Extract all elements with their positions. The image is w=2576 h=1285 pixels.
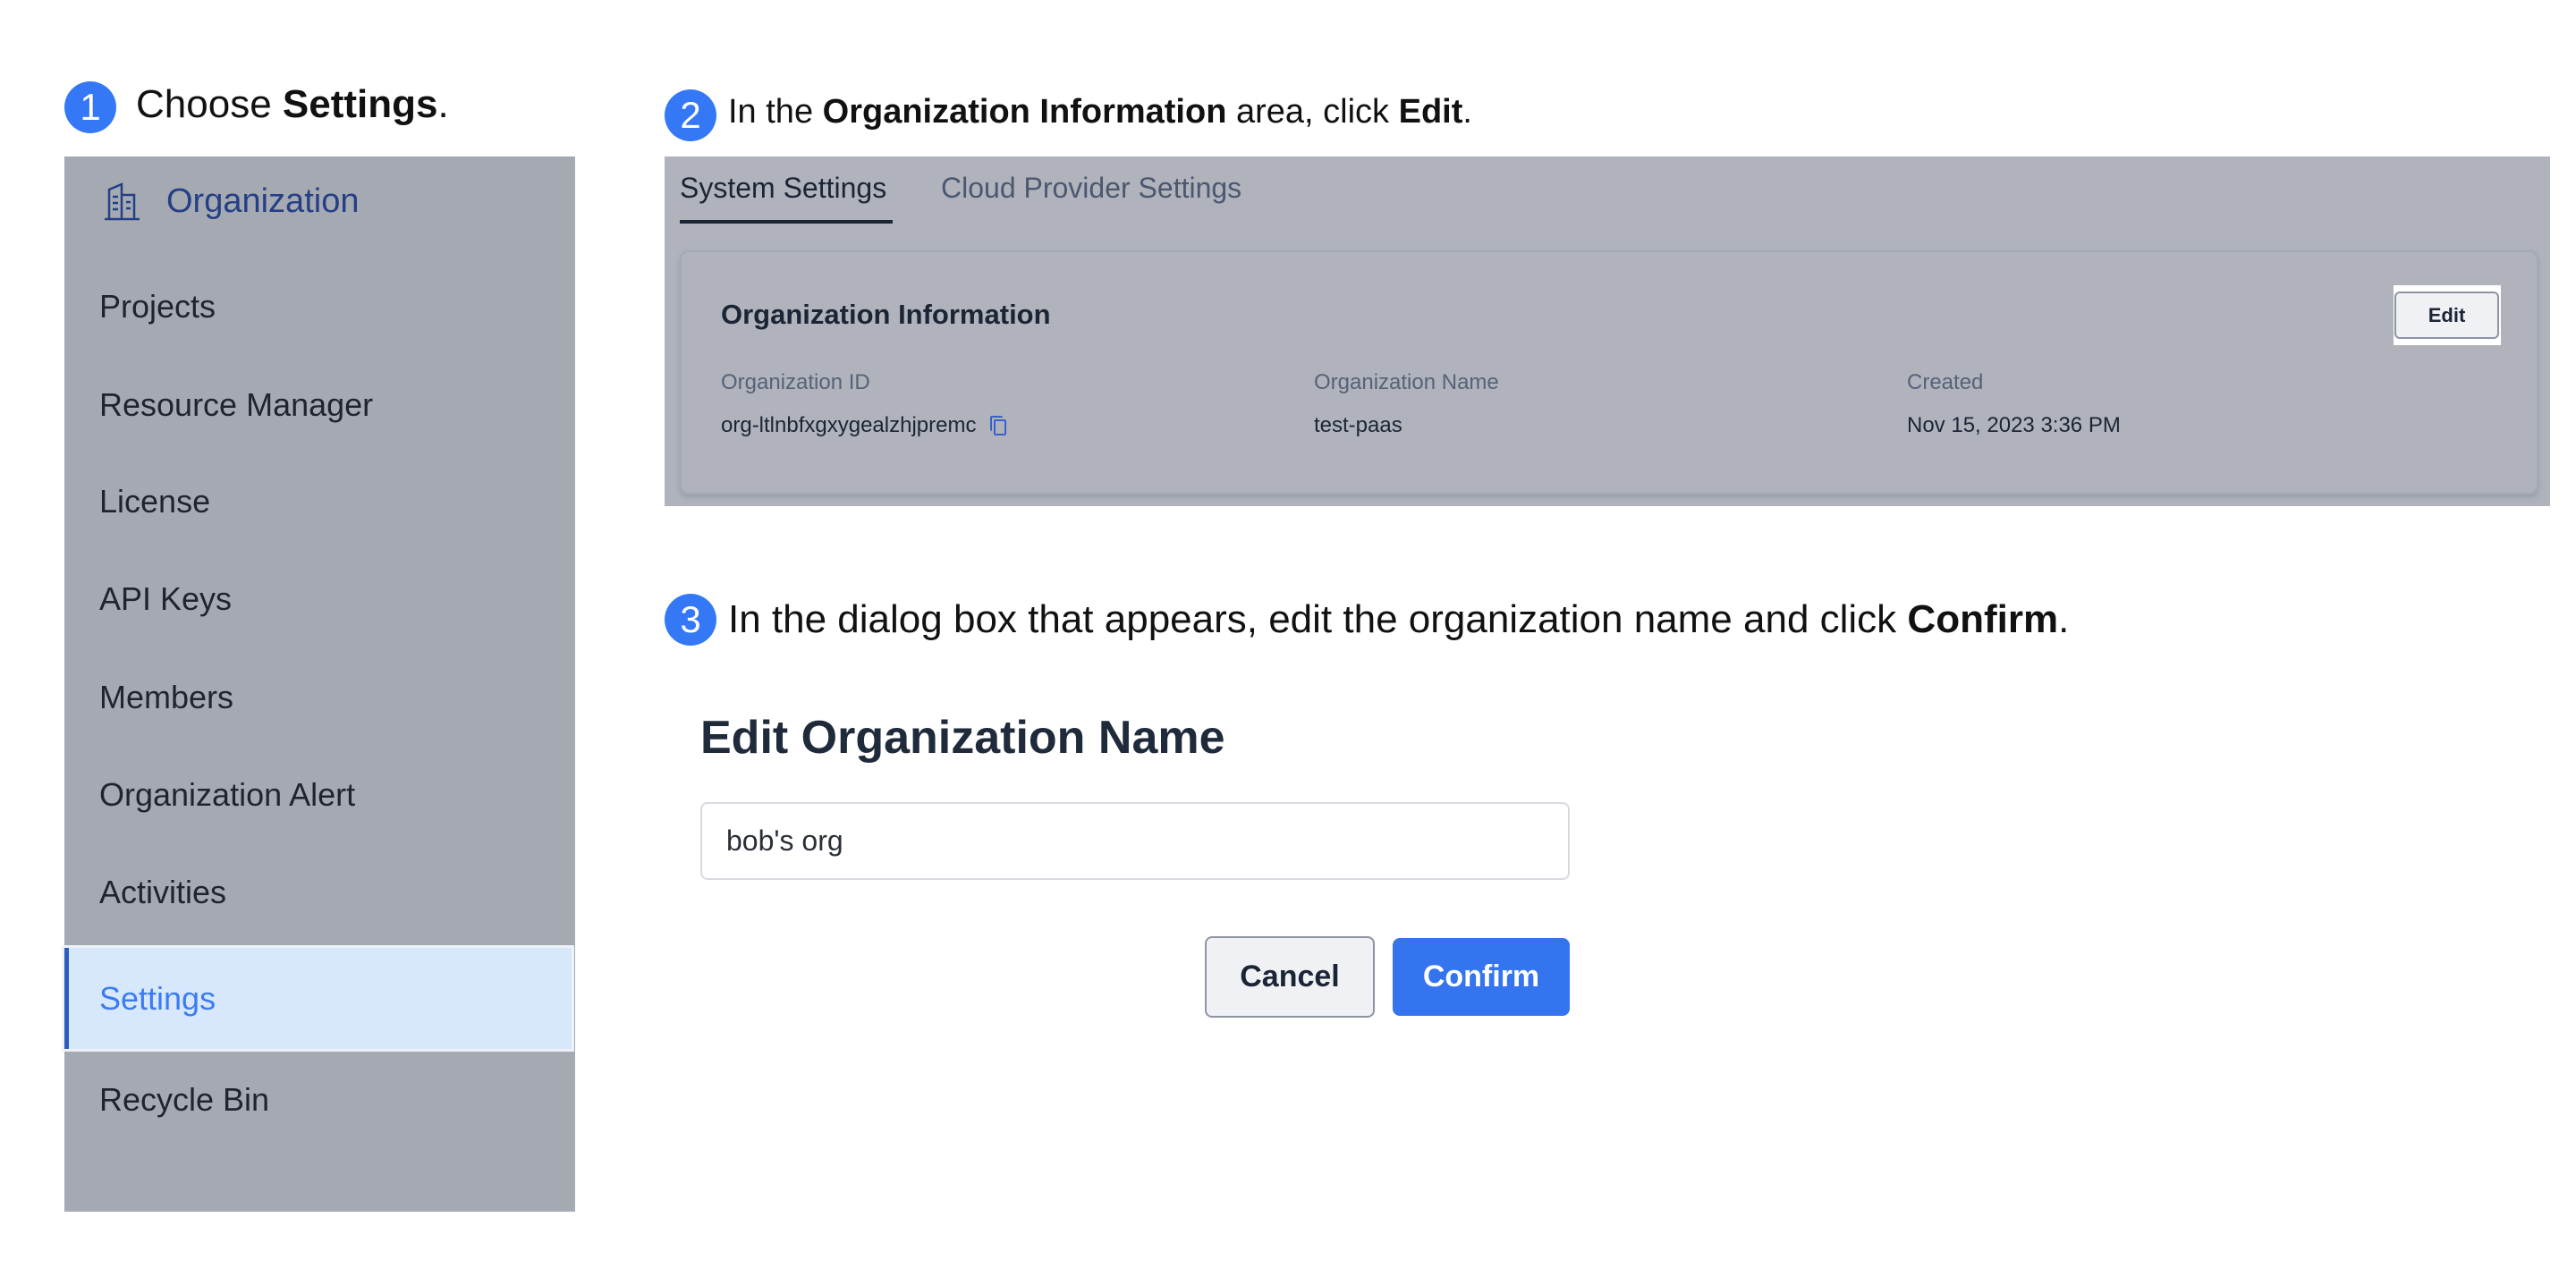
card-title: Organization Information bbox=[721, 299, 1051, 330]
step-2-text-middle: area, click bbox=[1226, 93, 1399, 131]
sidebar-item-settings[interactable]: Settings bbox=[64, 948, 572, 1049]
sidebar-item-label: Organization Alert bbox=[99, 776, 356, 813]
step-3-period: . bbox=[2058, 597, 2070, 641]
tab-label: Cloud Provider Settings bbox=[941, 171, 1242, 204]
created-text: Nov 15, 2023 3:36 PM bbox=[1907, 413, 2121, 437]
active-tab-indicator bbox=[680, 220, 893, 224]
step-1-instruction: Choose Settings. bbox=[136, 82, 449, 127]
sidebar-header-label: Organization bbox=[166, 182, 360, 220]
step-3-instruction: In the dialog box that appears, edit the… bbox=[728, 597, 2069, 642]
sidebar-item-organization-alert[interactable]: Organization Alert bbox=[64, 746, 575, 844]
copy-icon[interactable] bbox=[990, 416, 1007, 435]
sidebar-item-label: Projects bbox=[99, 288, 216, 325]
created-value: Nov 15, 2023 3:36 PM bbox=[1907, 413, 2121, 438]
step-1-text: Choose bbox=[136, 82, 283, 126]
sidebar-item-label: Settings bbox=[99, 979, 216, 1017]
sidebar-item-label: Members bbox=[99, 679, 234, 715]
sidebar-item-activities[interactable]: Activities bbox=[64, 843, 575, 942]
sidebar-item-label: Activities bbox=[99, 874, 227, 910]
step-3-bold: Confirm bbox=[1907, 597, 2059, 641]
sidebar-item-projects[interactable]: Projects bbox=[64, 258, 575, 356]
tab-system-settings[interactable]: System Settings bbox=[680, 165, 886, 210]
step-3-text: In the dialog box that appears, edit the… bbox=[728, 597, 1908, 641]
settings-panel: System Settings Cloud Provider Settings … bbox=[665, 156, 2550, 506]
org-id-value: org-ltlnbfxgxygealzhjpremc bbox=[721, 413, 1007, 438]
building-icon bbox=[105, 182, 140, 221]
sidebar-item-label: Resource Manager bbox=[99, 386, 374, 423]
sidebar-item-label: License bbox=[99, 483, 211, 520]
sidebar-item-resource-manager[interactable]: Resource Manager bbox=[64, 356, 575, 454]
org-id-text: org-ltlnbfxgxygealzhjpremc bbox=[721, 413, 977, 437]
edit-button-highlight: Edit bbox=[2394, 285, 2501, 345]
dialog-title: Edit Organization Name bbox=[700, 712, 1225, 764]
org-id-label: Organization ID bbox=[721, 370, 870, 394]
sidebar-item-api-keys[interactable]: API Keys bbox=[64, 550, 575, 648]
cancel-button[interactable]: Cancel bbox=[1205, 936, 1375, 1018]
step-1-period: . bbox=[437, 82, 449, 126]
sidebar-item-recycle-bin[interactable]: Recycle Bin bbox=[64, 1051, 575, 1149]
edit-button[interactable]: Edit bbox=[2394, 292, 2499, 339]
organization-information-card: Organization Information Organization ID… bbox=[680, 250, 2538, 495]
step-2-period: . bbox=[1462, 93, 1472, 131]
sidebar-item-members[interactable]: Members bbox=[64, 648, 575, 747]
step-2-bold: Organization Information bbox=[822, 93, 1227, 131]
step-2-badge: 2 bbox=[665, 89, 716, 141]
tab-label: System Settings bbox=[680, 171, 887, 204]
org-name-label: Organization Name bbox=[1314, 370, 1499, 394]
organization-name-input-value: bob's org bbox=[726, 824, 843, 857]
step-2-bold-edit: Edit bbox=[1398, 93, 1463, 131]
step-3-badge: 3 bbox=[665, 594, 716, 646]
organization-name-input[interactable]: bob's org bbox=[700, 802, 1570, 880]
sidebar-header-organization[interactable]: Organization bbox=[102, 176, 359, 226]
sidebar-item-license[interactable]: License bbox=[64, 452, 575, 551]
sidebar: Organization Projects Resource Manager L… bbox=[64, 156, 575, 1212]
step-1-bold: Settings bbox=[282, 82, 438, 126]
confirm-button[interactable]: Confirm bbox=[1393, 938, 1570, 1016]
sidebar-item-label: Recycle Bin bbox=[99, 1081, 270, 1118]
created-label: Created bbox=[1907, 370, 1984, 394]
org-name-text: test-paas bbox=[1314, 413, 1402, 437]
tab-cloud-provider-settings[interactable]: Cloud Provider Settings bbox=[941, 165, 1241, 210]
step-1-badge: 1 bbox=[64, 81, 116, 133]
step-2-instruction: In the Organization Information area, cl… bbox=[728, 93, 1472, 131]
step-2-text: In the bbox=[728, 93, 823, 131]
org-name-value: test-paas bbox=[1314, 413, 1402, 438]
sidebar-item-label: API Keys bbox=[99, 580, 233, 617]
